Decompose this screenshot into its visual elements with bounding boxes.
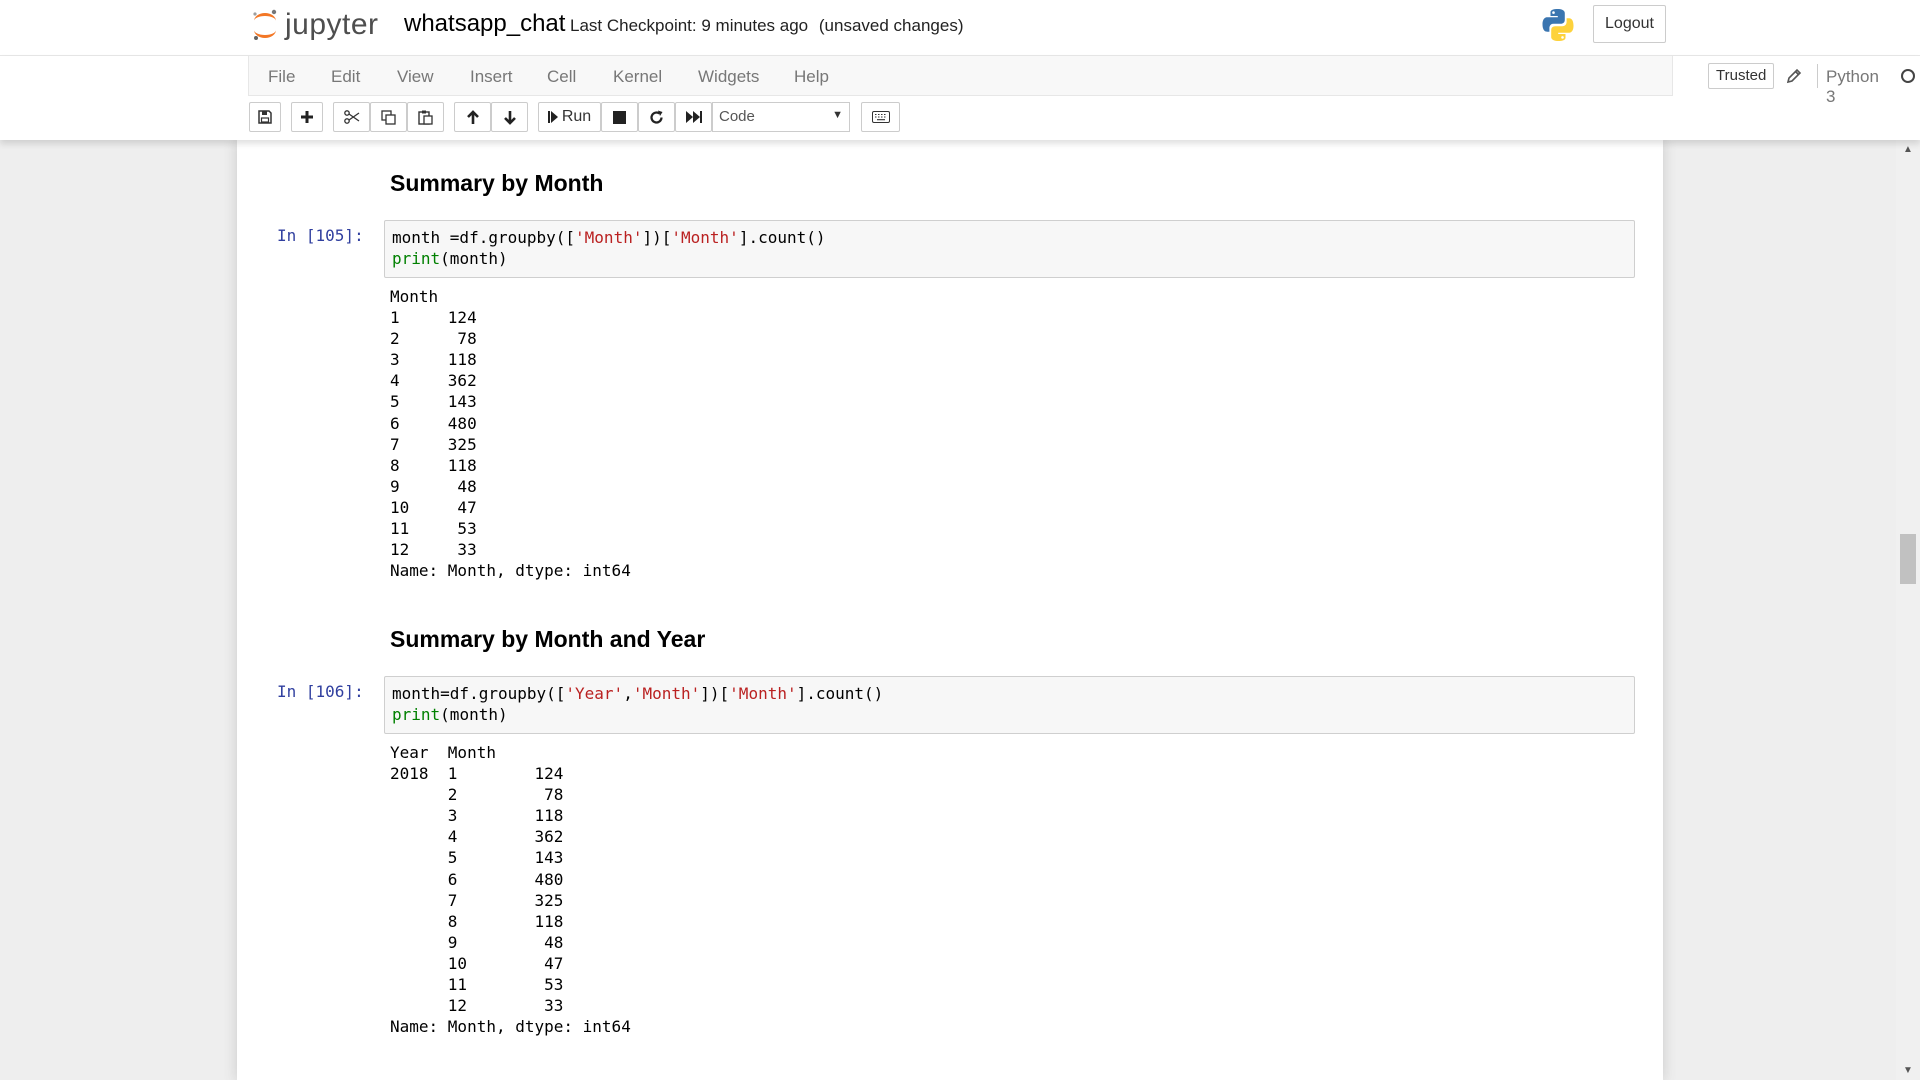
run-button[interactable]: Run (538, 102, 601, 132)
output-line: 12 33 (390, 540, 477, 560)
logout-button[interactable]: Logout (1593, 5, 1666, 43)
output-line: Year Month (390, 743, 496, 762)
trusted-indicator[interactable]: Trusted (1708, 63, 1775, 89)
cell-type-value: Code (719, 108, 755, 125)
output-line: 6 480 (390, 413, 477, 433)
menubar: File Edit View Insert Cell Kernel Widget… (248, 56, 1915, 106)
code-line: print(month) (392, 705, 508, 724)
menubar-container: File Edit View Insert Cell Kernel Widget… (0, 56, 1920, 140)
move-up-button[interactable] (454, 102, 491, 132)
fast-forward-icon (685, 111, 702, 123)
menu-widgets[interactable]: Widgets (698, 67, 759, 87)
code-cell-input[interactable]: month =df.groupby(['Month'])['Month'].co… (384, 220, 1635, 278)
scroll-down-icon[interactable]: ▼ (1903, 1065, 1913, 1076)
save-button[interactable] (249, 102, 281, 132)
output-line: 2 78 (390, 785, 564, 805)
output-line: 10 47 (390, 953, 564, 973)
restart-button[interactable] (638, 102, 675, 132)
output-line: 4 362 (390, 371, 477, 391)
checkpoint-text: Last Checkpoint: 9 minutes ago (570, 16, 809, 35)
code-line: print(month) (392, 249, 508, 268)
checkpoint-status: Last Checkpoint: 9 minutes ago (unsaved … (570, 16, 963, 36)
cell-output: Year Month 2018 1 124 2 78 3 118 4 362 5 … (390, 742, 631, 1037)
chevron-down-icon: ▼ (832, 109, 843, 121)
menu-help[interactable]: Help (794, 67, 829, 87)
menu-insert[interactable]: Insert (470, 67, 513, 87)
pencil-icon[interactable] (1786, 68, 1802, 84)
cut-icon (343, 110, 359, 124)
menu-cell[interactable]: Cell (547, 67, 576, 87)
scrollbar-thumb[interactable] (1900, 534, 1916, 584)
output-line: 4 362 (390, 827, 564, 847)
copy-button[interactable] (370, 102, 407, 132)
copy-icon (380, 109, 396, 125)
autosave-status: (unsaved changes) (818, 16, 964, 35)
logo-text: jupyter (285, 8, 379, 41)
output-line: 2 78 (390, 329, 477, 349)
move-down-icon (503, 110, 516, 125)
cell-output: Month 1 124 2 78 3 118 4 362 5 143 6 480 7 325 8… (390, 286, 631, 581)
header: jupyter whatsapp_chat Last Checkpoint: 9… (0, 0, 1920, 56)
paste-button[interactable] (407, 102, 444, 132)
output-line: 7 325 (390, 434, 477, 454)
output-line: Month (390, 287, 439, 306)
output-line: 6 480 (390, 869, 564, 889)
restart-icon (650, 110, 663, 124)
save-icon (258, 110, 272, 124)
output-line: 9 48 (390, 932, 564, 952)
output-line: 12 33 (390, 996, 564, 1016)
python-logo-icon (1542, 9, 1574, 41)
run-icon (547, 111, 558, 123)
command-palette-button[interactable] (861, 102, 900, 132)
output-line: 2018 1 124 (390, 764, 564, 784)
output-line: 10 47 (390, 497, 477, 517)
jupyter-logo-icon (253, 9, 277, 40)
move-down-button[interactable] (491, 102, 528, 132)
output-line: 8 118 (390, 455, 477, 475)
stop-icon (613, 110, 626, 124)
notebook-container: Summary by Month In [105]: month =df.gro… (237, 140, 1663, 1080)
menu-view[interactable]: View (397, 67, 434, 87)
output-line: 3 118 (390, 806, 564, 826)
add-cell-icon (301, 111, 313, 123)
output-line: 1 124 (390, 308, 477, 328)
vertical-scrollbar[interactable]: ▲ ▼ (1896, 140, 1920, 1080)
restart-run-all-button[interactable] (675, 102, 712, 132)
paste-icon (418, 110, 433, 125)
output-line: Name: Month, dtype: int64 (390, 1017, 631, 1037)
scroll-up-icon[interactable]: ▲ (1903, 144, 1913, 155)
output-line: 7 325 (390, 890, 564, 910)
interrupt-button[interactable] (601, 102, 638, 132)
code-cell-input[interactable]: month=df.groupby(['Year','Month'])['Mont… (384, 676, 1635, 734)
run-label: Run (561, 108, 592, 125)
keyboard-icon (871, 111, 890, 123)
menu-kernel[interactable]: Kernel (613, 67, 662, 87)
output-line: Name: Month, dtype: int64 (390, 561, 631, 581)
kernel-separator (1817, 64, 1818, 88)
cell-type-select[interactable]: Code ▼ (712, 102, 850, 132)
code-line: month =df.groupby(['Month'])['Month'].co… (392, 228, 826, 247)
output-line: 5 143 (390, 848, 564, 868)
kernel-name[interactable]: Python 3 (1826, 67, 1879, 107)
add-cell-button[interactable] (291, 102, 323, 132)
code-line: month=df.groupby(['Year','Month'])['Mont… (392, 684, 884, 703)
kernel-idle-icon (1901, 69, 1915, 83)
output-line: 11 53 (390, 519, 477, 539)
markdown-heading[interactable]: Summary by Month and Year (390, 626, 705, 653)
menu-edit[interactable]: Edit (331, 67, 360, 87)
cut-button[interactable] (333, 102, 370, 132)
move-up-icon (466, 109, 479, 124)
output-line: 5 143 (390, 392, 477, 412)
menu-file[interactable]: File (268, 67, 295, 87)
output-line: 8 118 (390, 911, 564, 931)
output-line: 9 48 (390, 476, 477, 496)
output-line: 3 118 (390, 350, 477, 370)
output-line: 11 53 (390, 975, 564, 995)
notebook-title[interactable]: whatsapp_chat (404, 10, 565, 38)
jupyter-logo[interactable]: jupyter (251, 6, 379, 44)
markdown-heading[interactable]: Summary by Month (390, 170, 603, 197)
